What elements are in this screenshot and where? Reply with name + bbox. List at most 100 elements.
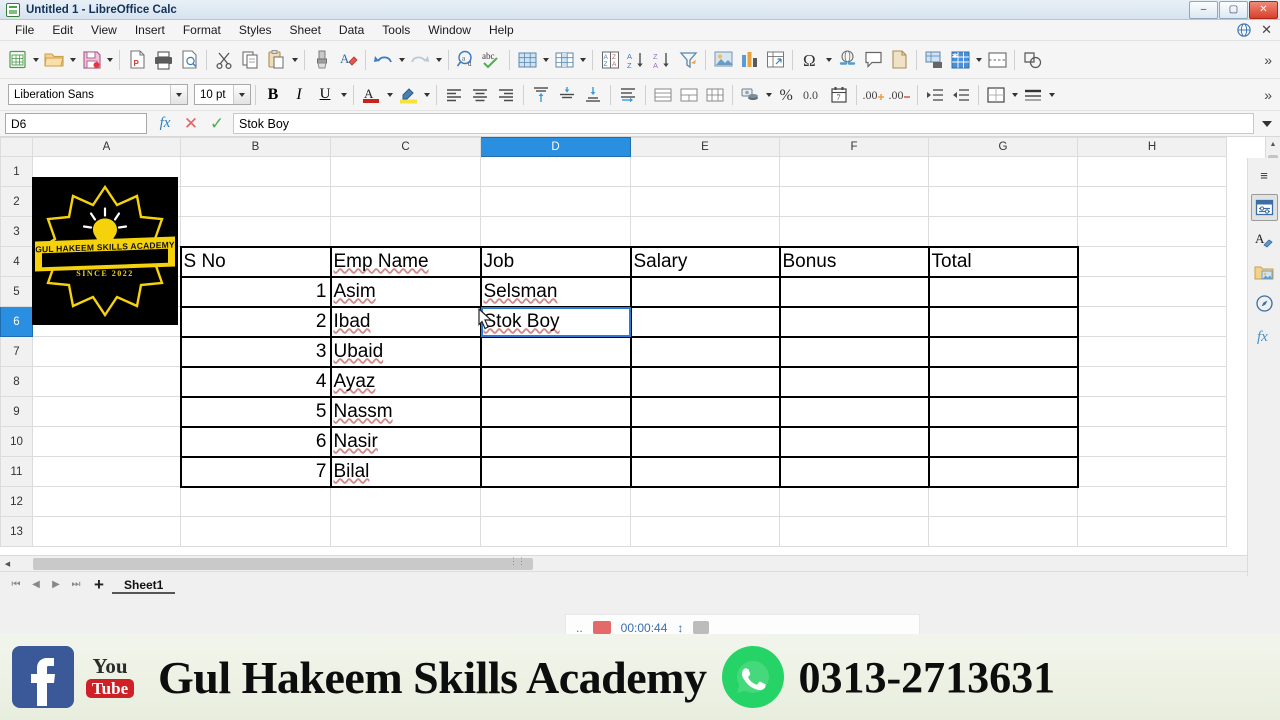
cell-a7[interactable] — [32, 336, 181, 367]
expand-formula-bar-icon[interactable] — [1256, 113, 1278, 135]
facebook-icon[interactable] — [12, 646, 74, 708]
cell-f7[interactable] — [778, 335, 930, 368]
cell-d3[interactable] — [480, 216, 631, 247]
cell-f10[interactable] — [778, 425, 930, 458]
row-header-10[interactable]: 10 — [0, 426, 33, 457]
center-vertically-icon[interactable] — [554, 82, 580, 108]
cell-g13[interactable] — [928, 516, 1078, 547]
cut-icon[interactable] — [211, 47, 237, 73]
print-icon[interactable] — [150, 47, 176, 73]
next-sheet-button[interactable]: ▶ — [46, 579, 66, 590]
cell-f13[interactable] — [779, 516, 929, 547]
show-draw-functions-icon[interactable] — [1019, 47, 1045, 73]
cell-c11[interactable]: Bilal — [329, 455, 482, 488]
open-file-dropdown[interactable] — [67, 47, 78, 73]
column-header-f[interactable]: F — [779, 137, 929, 157]
underline-button[interactable]: U — [312, 82, 338, 108]
clear-formatting-icon[interactable]: A — [335, 47, 361, 73]
styles-icon[interactable]: A — [1251, 226, 1278, 253]
pivot-table-icon[interactable] — [762, 47, 788, 73]
cell-f11[interactable] — [778, 455, 930, 488]
formatting-toolbar-overflow[interactable]: » — [1264, 87, 1276, 103]
row-header-11[interactable]: 11 — [0, 456, 33, 487]
column-header-g[interactable]: G — [928, 137, 1078, 157]
name-box[interactable]: D6 — [5, 113, 147, 134]
redo-dropdown[interactable] — [433, 47, 444, 73]
cell-h4[interactable] — [1077, 246, 1227, 277]
align-top-icon[interactable] — [528, 82, 554, 108]
comment-icon[interactable] — [860, 47, 886, 73]
cell-g1[interactable] — [928, 156, 1078, 187]
redo-icon[interactable] — [407, 47, 433, 73]
cell-b12[interactable] — [180, 486, 331, 517]
cell-g7[interactable] — [927, 335, 1079, 368]
percent-format-icon[interactable]: % — [774, 82, 800, 108]
cell-c2[interactable] — [330, 186, 481, 217]
cell-g6[interactable] — [927, 305, 1079, 338]
insert-chart-icon[interactable] — [736, 47, 762, 73]
align-center-icon[interactable] — [467, 82, 493, 108]
cell-g4[interactable]: Total — [927, 245, 1079, 278]
freeze-rows-columns-icon[interactable] — [947, 47, 973, 73]
align-bottom-icon[interactable] — [580, 82, 606, 108]
cell-h13[interactable] — [1077, 516, 1227, 547]
cell-b10[interactable]: 6 — [179, 425, 332, 458]
currency-format-icon[interactable] — [737, 82, 763, 108]
date-format-icon[interactable]: 7 — [826, 82, 852, 108]
copy-icon[interactable] — [237, 47, 263, 73]
maximize-button[interactable]: ▢ — [1219, 0, 1248, 19]
first-sheet-button[interactable]: ⏮ — [6, 579, 26, 590]
menu-view[interactable]: View — [82, 21, 126, 39]
cell-h1[interactable] — [1077, 156, 1227, 187]
cell-d2[interactable] — [480, 186, 631, 217]
column-header-e[interactable]: E — [630, 137, 780, 157]
font-size-dropdown-arrow[interactable] — [233, 85, 250, 104]
font-name-combo[interactable]: Liberation Sans — [8, 84, 188, 105]
cell-b11[interactable]: 7 — [179, 455, 332, 488]
highlight-color-icon[interactable] — [395, 82, 421, 108]
reject-formula-icon[interactable]: ✕ — [179, 113, 203, 135]
cell-f12[interactable] — [779, 486, 929, 517]
minimize-button[interactable]: – — [1189, 0, 1218, 19]
hyperlink-icon[interactable] — [834, 47, 860, 73]
cell-a11[interactable] — [32, 456, 181, 487]
cell-d6[interactable]: Stok Boy — [479, 305, 632, 338]
cell-b8[interactable]: 4 — [179, 365, 332, 398]
cell-c4[interactable]: Emp Name — [329, 245, 482, 278]
cell-d4[interactable]: Job — [479, 245, 632, 278]
open-file-icon[interactable] — [41, 47, 67, 73]
align-right-icon[interactable] — [493, 82, 519, 108]
split-window-icon[interactable] — [984, 47, 1010, 73]
number-format-icon[interactable]: 0.0 — [800, 82, 826, 108]
menu-insert[interactable]: Insert — [126, 21, 174, 39]
increase-indent-icon[interactable] — [922, 82, 948, 108]
cell-e1[interactable] — [630, 156, 780, 187]
select-all-corner[interactable] — [0, 137, 33, 157]
define-print-area-icon[interactable] — [921, 47, 947, 73]
cell-e2[interactable] — [630, 186, 780, 217]
horizontal-scroll-track[interactable] — [15, 556, 1265, 570]
cell-d5[interactable]: Selsman — [479, 275, 632, 308]
align-left-icon[interactable] — [441, 82, 467, 108]
row-header-3[interactable]: 3 — [0, 216, 33, 247]
cell-a10[interactable] — [32, 426, 181, 457]
cell-g10[interactable] — [927, 425, 1079, 458]
cell-b5[interactable]: 1 — [179, 275, 332, 308]
cell-f5[interactable] — [778, 275, 930, 308]
row-dropdown[interactable] — [540, 47, 551, 73]
cell-c5[interactable]: Asim — [329, 275, 482, 308]
cell-g11[interactable] — [927, 455, 1079, 488]
row-header-7[interactable]: 7 — [0, 336, 33, 367]
cell-c7[interactable]: Ubaid — [329, 335, 482, 368]
sheet-tab-sheet1[interactable]: Sheet1 — [112, 576, 176, 594]
currency-dropdown[interactable] — [763, 82, 774, 108]
insert-image-icon[interactable] — [710, 47, 736, 73]
cell-b9[interactable]: 5 — [179, 395, 332, 428]
cell-f8[interactable] — [778, 365, 930, 398]
row-header-6[interactable]: 6 — [0, 306, 33, 337]
new-document-dropdown[interactable] — [30, 47, 41, 73]
menu-format[interactable]: Format — [174, 21, 230, 39]
cell-e8[interactable] — [629, 365, 781, 398]
scroll-left-arrow[interactable]: ◀ — [0, 560, 15, 568]
headers-footers-icon[interactable] — [886, 47, 912, 73]
